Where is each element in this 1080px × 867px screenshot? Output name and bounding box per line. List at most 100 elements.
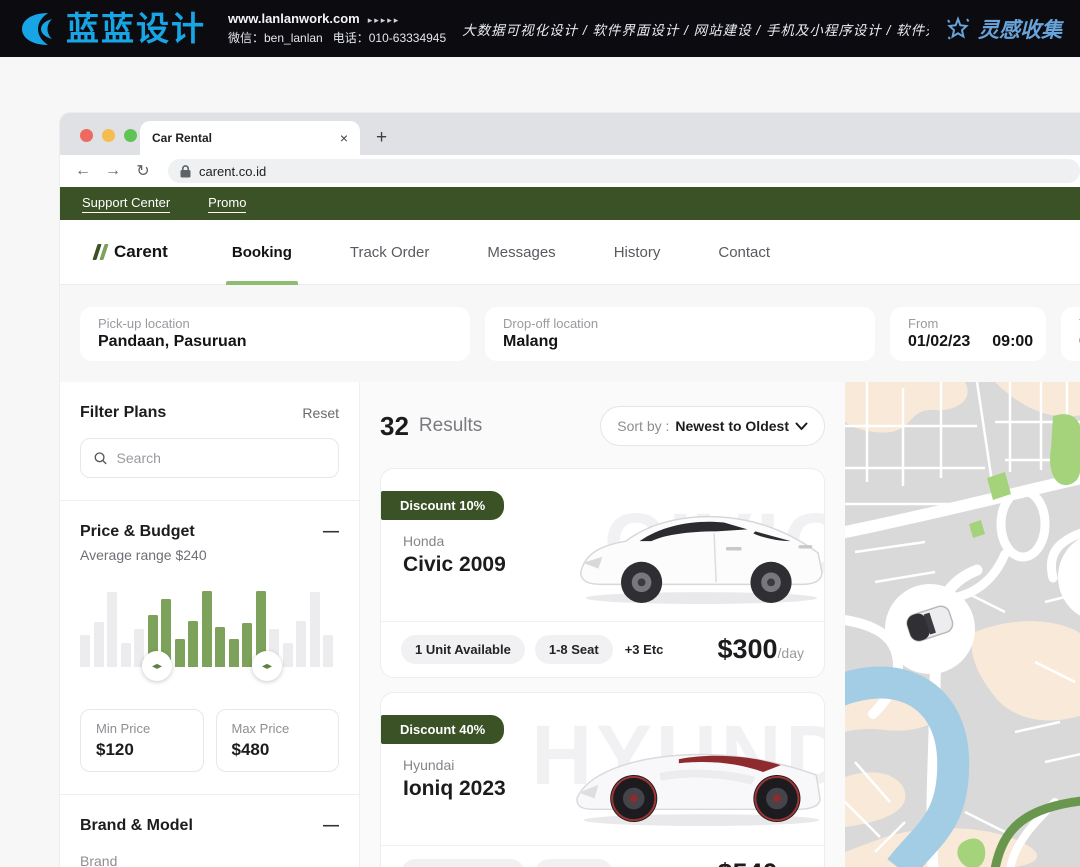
nav-items: Booking Track Order Messages History Con… (226, 220, 776, 285)
banner-website: www.lanlanwork.com (228, 11, 360, 26)
histogram-bar (107, 592, 117, 667)
back-button[interactable]: ← (70, 158, 96, 184)
reset-filters-button[interactable]: Reset (302, 405, 339, 421)
from-date: 01/02/23 (908, 333, 970, 351)
ioniq-car-image (569, 715, 824, 833)
nav-item-track-order[interactable]: Track Order (344, 220, 435, 285)
carent-brand-name: Carent (114, 242, 168, 262)
price-histogram-wrap: ◂▸ ◂▸ (80, 589, 339, 685)
banner-services: 大数据可视化设计 / 软件界面设计 / 网站建设 / 手机及小程序设计 / 软件… (462, 19, 929, 39)
map-panel[interactable] (845, 382, 1080, 867)
url-text: carent.co.id (199, 164, 266, 179)
max-price-box[interactable]: Max Price $480 (216, 709, 340, 772)
promo-link[interactable]: Promo (208, 195, 246, 213)
promo-banner: 蓝蓝设计 www.lanlanwork.com ▸▸▸▸▸ 微信：ben_lanl… (0, 0, 1080, 57)
units-badge: 1 Unit Available (401, 635, 525, 664)
to-datetime-field-truncated[interactable]: T 0 (1061, 307, 1080, 361)
tab-close-icon[interactable]: × (340, 131, 348, 145)
max-price-value: $480 (232, 740, 324, 760)
lanlan-logo: 蓝蓝设计 (18, 11, 206, 47)
filter-search-input[interactable] (117, 450, 325, 466)
banner-contact-info: www.lanlanwork.com ▸▸▸▸▸ 微信：ben_lanlan 电话… (228, 11, 446, 46)
banner-collect-text: 灵感收集 (978, 14, 1062, 44)
forward-button[interactable]: → (100, 158, 126, 184)
histogram-bar (229, 639, 239, 667)
browser-tabstrip: Car Rental × + (60, 113, 1080, 155)
etc-badge: +3 Etc (625, 642, 664, 657)
sort-dropdown[interactable]: Sort by : Newest to Oldest (600, 406, 825, 446)
price-histogram (80, 589, 339, 667)
car-card-ioniq[interactable]: HYUNDAI Discount 40% (380, 692, 825, 867)
filter-sidebar: Filter Plans Reset (60, 382, 360, 867)
brand-section-title: Brand & Model (80, 817, 193, 835)
minimize-window-button[interactable] (102, 129, 115, 142)
collapse-brand-icon[interactable]: — (323, 818, 339, 834)
maximize-window-button[interactable] (124, 129, 137, 142)
banner-arrows: ▸▸▸▸▸ (368, 15, 401, 25)
histogram-bar (80, 635, 90, 667)
banner-phone: 电话：010-63334945 (333, 31, 446, 45)
units-badge: 1 Unit Available (401, 859, 525, 867)
lanlan-logo-text: 蓝蓝设计 (66, 12, 206, 45)
histogram-bar (175, 639, 185, 667)
results-panel: 32 Results Sort by : Newest to Oldest CI… (360, 382, 845, 867)
new-tab-button[interactable]: + (376, 128, 387, 147)
support-center-link[interactable]: Support Center (82, 195, 170, 213)
car-model: Ioniq 2023 (403, 777, 506, 801)
filter-header-section: Filter Plans Reset (60, 382, 359, 500)
sort-label: Sort by : (617, 418, 669, 434)
min-price-value: $120 (96, 740, 188, 760)
pickup-location-field[interactable]: Pick-up location Pandaan, Pasuruan (80, 307, 470, 361)
car-brand: Honda (403, 533, 444, 549)
min-price-label: Min Price (96, 721, 188, 736)
histogram-bar (283, 643, 293, 667)
carent-logo-icon (95, 244, 106, 260)
dropoff-label: Drop-off location (503, 316, 857, 331)
screenshot-root: 蓝蓝设计 www.lanlanwork.com ▸▸▸▸▸ 微信：ben_lanl… (0, 0, 1080, 867)
nav-item-booking[interactable]: Booking (226, 220, 298, 285)
results-count-label: Results (419, 415, 482, 437)
card-footer: 1 Unit Available 1-8 Seat +3 Etc $300 /d… (381, 621, 824, 677)
banner-wechat: 微信：ben_lanlan (228, 31, 323, 45)
histogram-bar (310, 592, 320, 667)
range-handle-min[interactable]: ◂▸ (142, 651, 172, 681)
car-card-civic[interactable]: CIVIC Discou (380, 468, 825, 678)
pickup-label: Pick-up location (98, 316, 452, 331)
banner-collect: 灵感收集 (945, 14, 1062, 44)
range-handle-max[interactable]: ◂▸ (252, 651, 282, 681)
dropoff-location-field[interactable]: Drop-off location Malang (485, 307, 875, 361)
carent-logo[interactable]: Carent (95, 242, 168, 262)
site-topbar: Support Center Promo (60, 187, 1080, 220)
close-window-button[interactable] (80, 129, 93, 142)
site-mainnav: Carent Booking Track Order Messages Hist… (60, 220, 1080, 285)
window-controls[interactable] (80, 129, 137, 142)
seats-badge: 1-8 Seat (535, 635, 613, 664)
address-bar[interactable]: carent.co.id (168, 159, 1080, 183)
seats-badge: 1-4 Seat (535, 859, 613, 867)
refresh-button[interactable]: ↻ (130, 158, 156, 184)
from-label: From (908, 316, 1028, 331)
histogram-bar (242, 623, 252, 667)
max-price-label: Max Price (232, 721, 324, 736)
nav-item-contact[interactable]: Contact (712, 220, 776, 285)
from-datetime-field[interactable]: From 01/02/23 09:00 (890, 307, 1046, 361)
average-range-text: Average range $240 (80, 547, 339, 563)
filter-search-box[interactable] (80, 438, 339, 478)
nav-item-messages[interactable]: Messages (481, 220, 561, 285)
nav-item-history[interactable]: History (608, 220, 667, 285)
from-time: 09:00 (992, 333, 1033, 351)
browser-toolbar: ← → ↻ carent.co.id (60, 155, 1080, 187)
map-image (845, 382, 1080, 867)
histogram-bar (323, 635, 333, 667)
browser-tab[interactable]: Car Rental × (140, 121, 360, 155)
price-period: /day (778, 645, 804, 661)
price-value: $300 (717, 634, 777, 665)
histogram-bar (188, 621, 198, 667)
histogram-bar (121, 643, 131, 667)
price-value: $540 (717, 858, 777, 867)
price-budget-section: Price & Budget — Average range $240 ◂▸ ◂… (60, 500, 359, 794)
sort-value: Newest to Oldest (675, 418, 789, 434)
min-price-box[interactable]: Min Price $120 (80, 709, 204, 772)
collapse-price-icon[interactable]: — (323, 524, 339, 540)
filter-title: Filter Plans (80, 404, 166, 422)
